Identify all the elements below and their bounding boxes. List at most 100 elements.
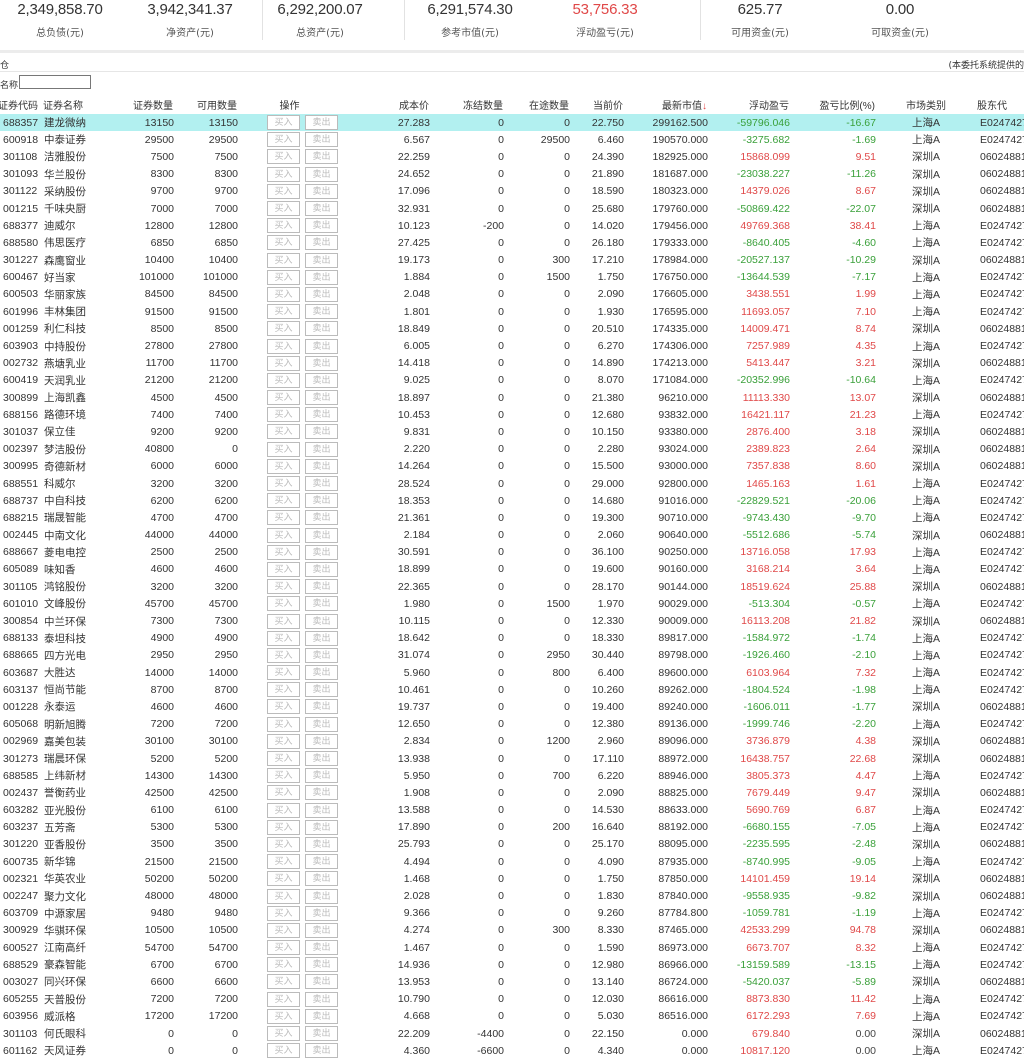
buy-button[interactable]: 买入 — [267, 510, 300, 526]
column-header-available[interactable]: 可用数量 — [174, 95, 238, 114]
sell-button[interactable]: 卖出 — [305, 871, 338, 887]
table-row[interactable]: 600503 华丽家族 84500 84500 买入 卖出 2.048 0 0 2.090 1766… — [0, 286, 1024, 303]
buy-button[interactable]: 买入 — [267, 630, 300, 646]
buy-button[interactable]: 买入 — [267, 733, 300, 749]
table-row[interactable]: 600467 好当家 101000 101000 买入 卖出 1.884 0 1500 1.750… — [0, 269, 1024, 286]
table-row[interactable]: 688156 路德环境 7400 7400 买入 卖出 10.453 0 0 12.680 9383… — [0, 406, 1024, 423]
table-row[interactable]: 688133 泰坦科技 4900 4900 买入 卖出 18.642 0 0 18.330 8981… — [0, 630, 1024, 647]
sell-button[interactable]: 卖出 — [305, 733, 338, 749]
sell-button[interactable]: 卖出 — [305, 304, 338, 320]
sell-button[interactable]: 卖出 — [305, 854, 338, 870]
buy-button[interactable]: 买入 — [267, 115, 300, 131]
sell-button[interactable]: 卖出 — [305, 544, 338, 560]
table-row[interactable]: 603956 威派格 17200 17200 买入 卖出 4.668 0 0 5.030 86516… — [0, 1008, 1024, 1025]
table-row[interactable]: 603282 亚光股份 6100 6100 买入 卖出 13.588 0 0 14.530 8863… — [0, 802, 1024, 819]
column-header-actions[interactable]: 操作 — [238, 95, 370, 114]
sell-button[interactable]: 卖出 — [305, 940, 338, 956]
table-row[interactable]: 301037 保立佳 9200 9200 买入 卖出 9.831 0 0 10.150 93380.… — [0, 423, 1024, 440]
sell-button[interactable]: 卖出 — [305, 751, 338, 767]
buy-button[interactable]: 买入 — [267, 235, 300, 251]
buy-button[interactable]: 买入 — [267, 1008, 300, 1024]
sell-button[interactable]: 卖出 — [305, 1026, 338, 1042]
table-row[interactable]: 600735 新华锦 21500 21500 买入 卖出 4.494 0 0 4.090 87935… — [0, 853, 1024, 870]
buy-button[interactable]: 买入 — [267, 183, 300, 199]
buy-button[interactable]: 买入 — [267, 905, 300, 921]
buy-button[interactable]: 买入 — [267, 751, 300, 767]
column-header-quantity[interactable]: 证券数量 — [110, 95, 174, 114]
table-row[interactable]: 002437 誉衡药业 42500 42500 买入 卖出 1.908 0 0 2.090 8882… — [0, 784, 1024, 801]
buy-button[interactable]: 买入 — [267, 1043, 300, 1059]
column-header-cost-price[interactable]: 成本价 — [370, 95, 430, 114]
table-row[interactable]: 001228 永泰运 4600 4600 买入 卖出 19.737 0 0 19.400 89240… — [0, 698, 1024, 715]
table-row[interactable]: 301227 森鹰窗业 10400 10400 买入 卖出 19.173 0 300 17.210… — [0, 252, 1024, 269]
table-row[interactable]: 601010 文峰股份 45700 45700 买入 卖出 1.980 0 1500 1.970 9… — [0, 595, 1024, 612]
buy-button[interactable]: 买入 — [267, 699, 300, 715]
column-header-pnl-ratio[interactable]: 盈亏比例(%) — [790, 95, 876, 114]
column-header-in-transit[interactable]: 在途数量 — [504, 95, 570, 114]
buy-button[interactable]: 买入 — [267, 390, 300, 406]
sell-button[interactable]: 卖出 — [305, 286, 338, 302]
table-row[interactable]: 603237 五芳斋 5300 5300 买入 卖出 17.890 0 200 16.640 881… — [0, 819, 1024, 836]
table-row[interactable]: 002445 中南文化 44000 44000 买入 卖出 2.184 0 0 2.060 9064… — [0, 527, 1024, 544]
name-filter-input[interactable] — [19, 75, 91, 89]
table-row[interactable]: 002969 嘉美包装 30100 30100 买入 卖出 2.834 0 1200 2.960 8… — [0, 733, 1024, 750]
buy-button[interactable]: 买入 — [267, 682, 300, 698]
column-header-code[interactable]: 证券代码 — [0, 95, 42, 114]
table-row[interactable]: 603903 中持股份 27800 27800 买入 卖出 6.005 0 0 6.270 1743… — [0, 337, 1024, 354]
buy-button[interactable]: 买入 — [267, 218, 300, 234]
sell-button[interactable]: 卖出 — [305, 201, 338, 217]
sell-button[interactable]: 卖出 — [305, 269, 338, 285]
table-row[interactable]: 688580 伟思医疗 6850 6850 买入 卖出 27.425 0 0 26.180 1793… — [0, 234, 1024, 251]
buy-button[interactable]: 买入 — [267, 166, 300, 182]
sell-button[interactable]: 卖出 — [305, 647, 338, 663]
sell-button[interactable]: 卖出 — [305, 166, 338, 182]
table-row[interactable]: 301220 亚香股份 3500 3500 买入 卖出 25.793 0 0 25.170 8809… — [0, 836, 1024, 853]
sell-button[interactable]: 卖出 — [305, 716, 338, 732]
sell-button[interactable]: 卖出 — [305, 527, 338, 543]
column-header-name[interactable]: 证券名称 — [42, 95, 110, 114]
buy-button[interactable]: 买入 — [267, 201, 300, 217]
column-header-current-price[interactable]: 当前价 — [570, 95, 624, 114]
sell-button[interactable]: 卖出 — [305, 372, 338, 388]
sell-button[interactable]: 卖出 — [305, 458, 338, 474]
buy-button[interactable]: 买入 — [267, 372, 300, 388]
table-row[interactable]: 688585 上纬新材 14300 14300 买入 卖出 5.950 0 700 6.220 88… — [0, 767, 1024, 784]
table-row[interactable]: 301108 洁雅股份 7500 7500 买入 卖出 22.259 0 0 24.390 1829… — [0, 148, 1024, 165]
column-header-market-type[interactable]: 市场类别 — [876, 95, 976, 114]
sell-button[interactable]: 卖出 — [305, 493, 338, 509]
table-row[interactable]: 605089 味知香 4600 4600 买入 卖出 18.899 0 0 19.600 90160… — [0, 561, 1024, 578]
buy-button[interactable]: 买入 — [267, 836, 300, 852]
sell-button[interactable]: 卖出 — [305, 561, 338, 577]
table-row[interactable]: 001215 千味央厨 7000 7000 买入 卖出 32.931 0 0 25.680 1797… — [0, 200, 1024, 217]
sell-button[interactable]: 卖出 — [305, 819, 338, 835]
table-row[interactable]: 600918 中泰证券 29500 29500 买入 卖出 6.567 0 29500 6.460… — [0, 131, 1024, 148]
sell-button[interactable]: 卖出 — [305, 390, 338, 406]
table-row[interactable]: 601996 丰林集团 91500 91500 买入 卖出 1.801 0 0 1.930 1765… — [0, 303, 1024, 320]
sell-button[interactable]: 卖出 — [305, 682, 338, 698]
table-row[interactable]: 301273 瑞晨环保 5200 5200 买入 卖出 13.938 0 0 17.110 8897… — [0, 750, 1024, 767]
sell-button[interactable]: 卖出 — [305, 665, 338, 681]
buy-button[interactable]: 买入 — [267, 768, 300, 784]
table-row[interactable]: 688737 中自科技 6200 6200 买入 卖出 18.353 0 0 14.680 9101… — [0, 492, 1024, 509]
sell-button[interactable]: 卖出 — [305, 510, 338, 526]
buy-button[interactable]: 买入 — [267, 819, 300, 835]
table-row[interactable]: 688667 菱电电控 2500 2500 买入 卖出 30.591 0 0 36.100 9025… — [0, 544, 1024, 561]
sell-button[interactable]: 卖出 — [305, 115, 338, 131]
buy-button[interactable]: 买入 — [267, 716, 300, 732]
sell-button[interactable]: 卖出 — [305, 888, 338, 904]
buy-button[interactable]: 买入 — [267, 888, 300, 904]
sell-button[interactable]: 卖出 — [305, 132, 338, 148]
table-row[interactable]: 002321 华英农业 50200 50200 买入 卖出 1.468 0 0 1.750 8785… — [0, 870, 1024, 887]
buy-button[interactable]: 买入 — [267, 579, 300, 595]
buy-button[interactable]: 买入 — [267, 132, 300, 148]
table-row[interactable]: 301093 华兰股份 8300 8300 买入 卖出 24.652 0 0 21.890 1816… — [0, 166, 1024, 183]
buy-button[interactable]: 买入 — [267, 802, 300, 818]
sell-button[interactable]: 卖出 — [305, 407, 338, 423]
buy-button[interactable]: 买入 — [267, 940, 300, 956]
table-row[interactable]: 688551 科威尔 3200 3200 买入 卖出 28.524 0 0 29.000 92800… — [0, 475, 1024, 492]
sell-button[interactable]: 卖出 — [305, 579, 338, 595]
sell-button[interactable]: 卖出 — [305, 905, 338, 921]
buy-button[interactable]: 买入 — [267, 544, 300, 560]
table-row[interactable]: 603709 中源家居 9480 9480 买入 卖出 9.366 0 0 9.260 87784.… — [0, 905, 1024, 922]
buy-button[interactable]: 买入 — [267, 338, 300, 354]
